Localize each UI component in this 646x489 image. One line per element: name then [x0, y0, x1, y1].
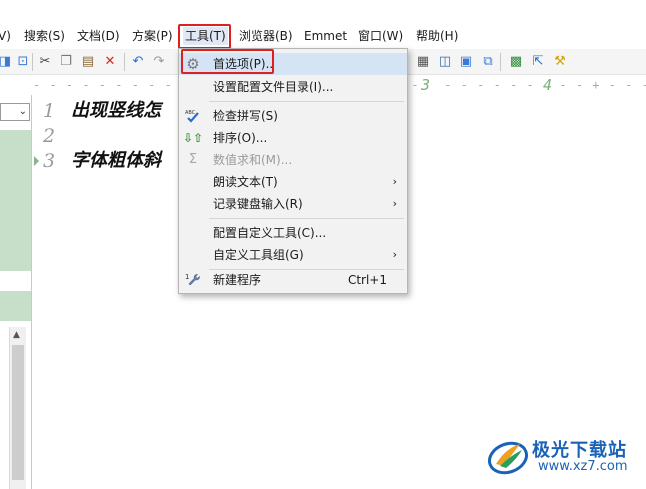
- watermark: 极光下载站 www.xz7.com: [486, 432, 646, 480]
- menu-item-label: 新建程序: [213, 273, 262, 287]
- menu-item-label: 自定义工具组(G): [213, 248, 304, 262]
- menu-item-sum-values[interactable]: Σ 数值求和(M)...: [179, 149, 407, 171]
- ruler-mark: 3: [419, 75, 434, 95]
- menu-item-read-text[interactable]: 朗读文本(T) ›: [179, 171, 407, 193]
- line-text[interactable]: 出现竖线怎: [71, 98, 161, 124]
- gear-icon: ⚙: [186, 55, 200, 73]
- menu-separator: [209, 218, 404, 219]
- menu-item-sort[interactable]: ⇩⇧ 排序(O)...: [179, 127, 407, 149]
- paste-icon[interactable]: ▤: [79, 53, 97, 71]
- menu-window[interactable]: 窗口(W): [358, 27, 403, 45]
- menu-item-shortcut: Ctrl+1: [347, 273, 387, 287]
- undo-icon[interactable]: ↶: [129, 53, 147, 71]
- menu-item-label: 排序(O)...: [213, 131, 268, 145]
- current-line-marker: [34, 156, 39, 166]
- scrollbar-thumb[interactable]: [12, 345, 24, 480]
- panel-dropdown[interactable]: ⌄: [0, 103, 30, 121]
- menu-view[interactable]: V): [0, 27, 11, 45]
- toolbar-separator: [32, 53, 33, 71]
- menu-tools[interactable]: 工具(T): [183, 27, 228, 45]
- panel-list-area[interactable]: [0, 130, 31, 271]
- svg-text:ABC: ABC: [185, 110, 196, 116]
- column-mode-icon[interactable]: ⊡: [14, 53, 32, 71]
- menu-item-label: 设置配置文件目录(I)...: [213, 80, 334, 94]
- ruler-mark: 4: [541, 75, 556, 95]
- sort-icon: ⇩⇧: [182, 131, 204, 145]
- format-icon[interactable]: ◨: [0, 53, 14, 71]
- line-text[interactable]: 字体粗体斜: [71, 148, 161, 174]
- wrench-icon: 1: [185, 272, 201, 288]
- watermark-url: www.xz7.com: [538, 459, 628, 474]
- copy-icon[interactable]: ❐: [57, 53, 75, 71]
- menu-search[interactable]: 搜索(S): [24, 27, 65, 45]
- watermark-logo-icon: [488, 441, 528, 475]
- line-number: 2: [43, 125, 56, 147]
- save-all-icon[interactable]: ▩: [507, 53, 525, 71]
- scroll-up-icon[interactable]: ▲: [13, 330, 20, 340]
- delete-icon[interactable]: ✕: [101, 53, 119, 71]
- help-cursor-icon[interactable]: ⇱: [529, 53, 547, 71]
- submenu-arrow-icon: ›: [392, 175, 397, 188]
- panel-list-area-lower[interactable]: [0, 291, 31, 321]
- left-side-panel: ⌄ ▲: [0, 95, 32, 489]
- menu-browser[interactable]: 浏览器(B): [239, 27, 293, 45]
- panel-scrollbar[interactable]: ▲: [9, 327, 26, 489]
- menu-item-label: 记录键盘输入(R): [213, 197, 303, 211]
- menu-item-label: 检查拼写(S): [213, 109, 278, 123]
- chevron-down-icon: ⌄: [18, 106, 27, 117]
- menu-item-tool-groups[interactable]: 自定义工具组(G) ›: [179, 244, 407, 266]
- menu-item-new-program[interactable]: 1 新建程序 Ctrl+1: [179, 269, 407, 291]
- tools-dropdown-menu: ⚙ 首选项(P).. 设置配置文件目录(I)... ABC 检查拼写(S) ⇩⇧…: [178, 48, 408, 294]
- menu-help[interactable]: 帮助(H): [416, 27, 458, 45]
- menu-item-spellcheck[interactable]: ABC 检查拼写(S): [179, 105, 407, 127]
- sigma-icon: Σ: [188, 152, 198, 167]
- menu-document[interactable]: 文档(D): [77, 27, 120, 45]
- redo-icon[interactable]: ↷: [150, 53, 168, 71]
- file-list-icon[interactable]: ▦: [414, 53, 432, 71]
- menu-scheme[interactable]: 方案(P): [132, 27, 173, 45]
- cut-icon[interactable]: ✂: [36, 53, 54, 71]
- wrench-badge: 1: [185, 273, 189, 281]
- menu-item-label: 首选项(P)..: [213, 57, 274, 71]
- panel-selected-row[interactable]: [0, 271, 31, 291]
- split-view-icon[interactable]: ◫: [436, 53, 454, 71]
- menu-item-config-directory[interactable]: 设置配置文件目录(I)...: [179, 76, 407, 98]
- menu-item-preferences[interactable]: ⚙ 首选项(P)..: [179, 53, 407, 75]
- menu-emmet[interactable]: Emmet: [304, 27, 347, 45]
- browser-icon[interactable]: ▣: [457, 53, 475, 71]
- menu-item-configure-tools[interactable]: 配置自定义工具(C)...: [179, 222, 407, 244]
- line-number: 1: [43, 100, 56, 122]
- toolbar-separator: [124, 53, 125, 71]
- menu-separator: [209, 101, 404, 102]
- spellcheck-icon: ABC: [185, 108, 201, 124]
- menu-item-label: 朗读文本(T): [213, 175, 278, 189]
- menu-item-label: 配置自定义工具(C)...: [213, 226, 327, 240]
- submenu-arrow-icon: ›: [392, 248, 397, 261]
- window-icon[interactable]: ⧉: [479, 53, 497, 71]
- toolbar-separator: [500, 53, 501, 71]
- line-number: 3: [43, 150, 56, 172]
- menu-item-label: 数值求和(M)...: [213, 153, 293, 167]
- submenu-arrow-icon: ›: [392, 197, 397, 210]
- menu-bar: V) 搜索(S) 文档(D) 方案(P) 工具(T) 浏览器(B) Emmet …: [0, 24, 646, 48]
- menu-item-record-keystrokes[interactable]: 记录键盘输入(R) ›: [179, 193, 407, 215]
- tools-icon[interactable]: ⚒: [551, 53, 569, 71]
